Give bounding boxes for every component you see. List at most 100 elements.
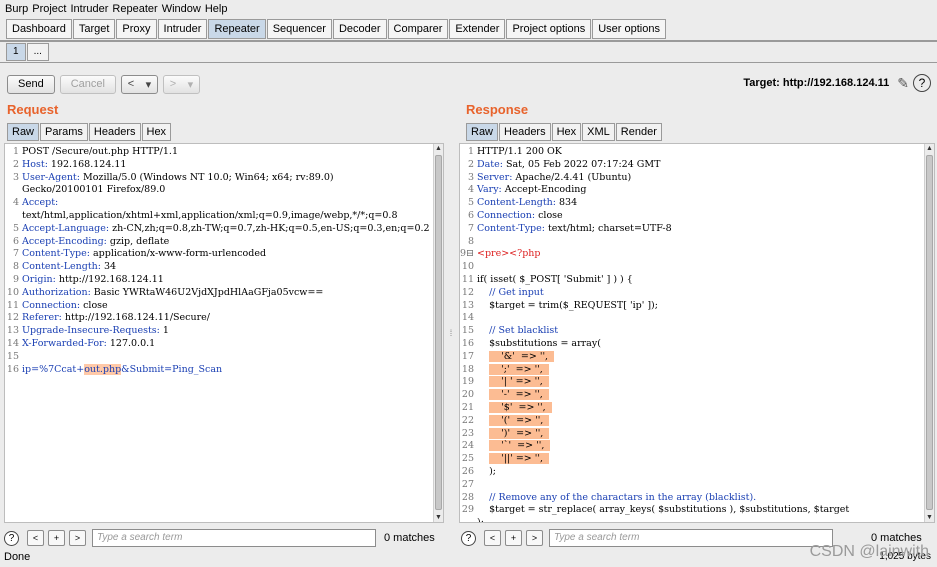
menu-intruder[interactable]: Intruder xyxy=(71,3,109,15)
code-line: 4 Vary: Accept-Encoding xyxy=(460,184,924,197)
line-number: 22 xyxy=(461,414,474,426)
prev-match-button[interactable]: < xyxy=(484,530,501,546)
code-line: 5 Content-Length: 834 xyxy=(460,197,924,210)
menu-help[interactable]: Help xyxy=(205,3,228,15)
request-editor[interactable]: 1 POST /Secure/out.php HTTP/1.1 2 Host: 192… xyxy=(4,143,444,523)
cancel-button[interactable]: Cancel xyxy=(59,74,116,94)
tab-project-options[interactable]: Project options xyxy=(506,19,592,39)
line-text: if( isset( $_POST[ 'Submit' ] ) ) { xyxy=(477,273,633,285)
tab-dashboard[interactable]: Dashboard xyxy=(6,19,72,39)
code-line: 11 if( isset( $_POST[ 'Submit' ] ) ) { xyxy=(460,274,924,287)
search-input[interactable]: Type a search term xyxy=(92,529,376,547)
code-line: 24 '`' => '', xyxy=(460,440,924,453)
pencil-icon[interactable]: ✎ xyxy=(897,75,909,92)
scroll-up-icon[interactable]: ▲ xyxy=(434,145,443,152)
next-match-button[interactable]: > xyxy=(69,530,86,546)
highlighted-code: ')' => '', xyxy=(489,427,550,439)
tab-target[interactable]: Target xyxy=(72,19,116,39)
scroll-down-icon[interactable]: ▼ xyxy=(925,514,934,521)
highlighted-code: '$' => '', xyxy=(489,401,552,413)
response-editor[interactable]: 1 HTTP/1.1 200 OK 2 Date: Sat, 05 Feb 2022 … xyxy=(459,143,935,523)
tab-proxy[interactable]: Proxy xyxy=(116,19,157,39)
subtab-divider xyxy=(0,62,937,63)
search-input[interactable]: Type a search term xyxy=(549,529,833,547)
header-name: Content-Type: xyxy=(22,248,90,260)
tab-decoder[interactable]: Decoder xyxy=(332,19,387,39)
menu-project[interactable]: Project xyxy=(32,3,66,15)
pane-splitter-icon[interactable]: ⁞ xyxy=(447,143,455,523)
response-tab-hex[interactable]: Hex xyxy=(551,123,582,141)
header-name: Authorization: xyxy=(22,286,91,298)
response-tab-raw[interactable]: Raw xyxy=(466,123,499,141)
forward-button[interactable]: > ▾ xyxy=(162,74,200,94)
code-line: 6 Accept-Encoding: gzip, deflate xyxy=(5,236,433,249)
tab-user-options[interactable]: User options xyxy=(592,19,666,39)
response-scrollbar[interactable]: ▲ ▼ xyxy=(924,144,934,522)
header-value: 34 xyxy=(100,261,117,273)
help-icon[interactable]: ? xyxy=(461,530,476,546)
next-match-button[interactable]: > xyxy=(526,530,543,546)
line-number: 8 xyxy=(12,261,19,273)
code-line: 1 POST /Secure/out.php HTTP/1.1 xyxy=(5,146,433,159)
code-line: 3 User-Agent: Mozilla/5.0 (Windows NT 10.… xyxy=(5,172,433,185)
code-line: 6 Connection: close xyxy=(460,210,924,223)
repeater-tab-1[interactable]: 1 xyxy=(6,43,26,61)
back-button[interactable]: < ▾ xyxy=(120,74,158,94)
add-match-button[interactable]: + xyxy=(505,530,522,546)
new-tab-button[interactable]: ... xyxy=(26,43,49,61)
highlighted-code: '&' => '', xyxy=(489,350,555,362)
line-number: 9⊟ xyxy=(460,248,475,260)
request-scrollbar[interactable]: ▲ ▼ xyxy=(433,144,443,522)
line-number: 12 xyxy=(461,286,474,298)
line-number: 6 xyxy=(467,209,474,221)
help-icon[interactable]: ? xyxy=(4,530,19,546)
tab-intruder[interactable]: Intruder xyxy=(157,19,208,39)
request-body[interactable]: 1 POST /Secure/out.php HTTP/1.1 2 Host: 192… xyxy=(5,146,433,376)
request-tab-headers[interactable]: Headers xyxy=(88,123,141,141)
back-dropdown-icon[interactable]: ▾ xyxy=(146,78,152,91)
tab-comparer[interactable]: Comparer xyxy=(387,19,449,39)
scroll-thumb[interactable] xyxy=(435,155,442,510)
header-value: gzip, deflate xyxy=(106,235,170,247)
tab-extender[interactable]: Extender xyxy=(449,19,506,39)
help-icon[interactable]: ? xyxy=(913,74,931,92)
add-match-button[interactable]: + xyxy=(48,530,65,546)
watermark: CSDN @lainwith xyxy=(809,543,929,560)
scroll-up-icon[interactable]: ▲ xyxy=(925,145,934,152)
scroll-thumb[interactable] xyxy=(926,155,933,510)
code-comment: // Set blacklist xyxy=(477,325,559,337)
code-line: 5 Accept-Language: zh-CN,zh;q=0.8,zh-TW;q… xyxy=(5,223,433,236)
main-tabs: Dashboard Target Proxy Intruder Repeater Sequ… xyxy=(0,19,937,41)
request-tab-raw[interactable]: Raw xyxy=(7,123,40,141)
header-name: Accept-Encoding: xyxy=(22,235,107,247)
menu-window[interactable]: Window xyxy=(162,3,201,15)
request-tab-hex[interactable]: Hex xyxy=(141,123,172,141)
code-line: Gecko/20100101 Firefox/89.0 xyxy=(5,184,433,197)
menu-repeater[interactable]: Repeater xyxy=(112,3,157,15)
code-line: 16 $substitutions = array( xyxy=(460,338,924,351)
line-number: 11 xyxy=(6,299,19,311)
response-tab-render[interactable]: Render xyxy=(615,123,662,141)
line-number: 16 xyxy=(461,337,474,349)
request-tab-params[interactable]: Params xyxy=(40,123,88,141)
menu-burp[interactable]: Burp xyxy=(5,3,28,15)
code-line: 16 ip=%7Ccat+out.php&Submit=Ping_Scan xyxy=(5,363,433,377)
highlighted-code: '||' => '', xyxy=(489,453,550,465)
line-number: 7 xyxy=(12,248,19,260)
line-number: 29 xyxy=(461,504,474,516)
header-name: Content-Length: xyxy=(22,261,101,273)
response-tab-headers[interactable]: Headers xyxy=(499,123,551,141)
prev-match-button[interactable]: < xyxy=(27,530,44,546)
forward-dropdown-icon[interactable]: ▾ xyxy=(188,78,194,91)
response-body[interactable]: 1 HTTP/1.1 200 OK 2 Date: Sat, 05 Feb 2022 … xyxy=(460,146,924,522)
response-tab-xml[interactable]: XML xyxy=(582,123,615,141)
send-button[interactable]: Send xyxy=(7,74,55,94)
line-number: 13 xyxy=(461,299,474,311)
scroll-down-icon[interactable]: ▼ xyxy=(434,514,443,521)
line-number: 1 xyxy=(467,146,474,157)
tab-repeater[interactable]: Repeater xyxy=(208,19,266,39)
tab-sequencer[interactable]: Sequencer xyxy=(266,19,332,39)
